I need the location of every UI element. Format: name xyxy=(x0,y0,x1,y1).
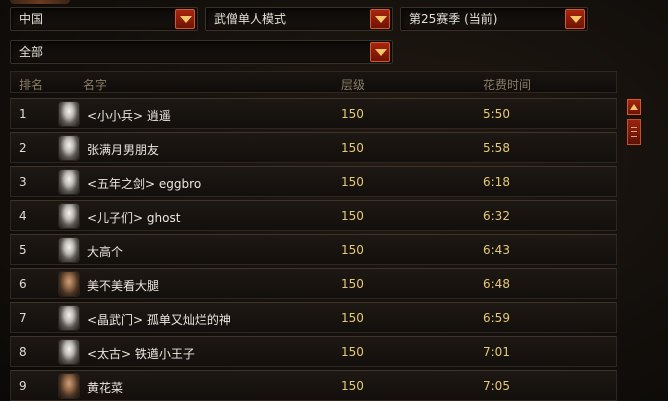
row-player-name[interactable]: 张满月男朋友 xyxy=(87,141,159,158)
header-level[interactable]: 层级 xyxy=(341,76,365,93)
row-rank: 6 xyxy=(19,277,27,291)
row-rank: 1 xyxy=(19,107,27,121)
row-level: 150 xyxy=(341,243,364,257)
row-time: 7:05 xyxy=(483,379,510,393)
row-player-name[interactable]: <儿子们> ghost xyxy=(87,209,180,226)
row-level: 150 xyxy=(341,107,364,121)
hero-portrait-icon xyxy=(58,237,80,263)
row-player-name[interactable]: <晶武门> 孤单又灿烂的神 xyxy=(87,311,231,328)
row-level: 150 xyxy=(341,209,364,223)
row-time: 6:48 xyxy=(483,277,510,291)
header-time[interactable]: 花费时间 xyxy=(483,76,531,93)
row-level: 150 xyxy=(341,311,364,325)
row-time: 6:32 xyxy=(483,209,510,223)
scrollbar-thumb[interactable] xyxy=(627,119,641,145)
row-player-name[interactable]: <小小兵> 逍遥 xyxy=(87,107,171,124)
row-time: 7:01 xyxy=(483,345,510,359)
row-rank: 2 xyxy=(19,141,27,155)
hero-portrait-icon xyxy=(58,373,80,399)
row-level: 150 xyxy=(341,175,364,189)
table-row[interactable]: 3 <五年之剑> eggbro 150 6:18 xyxy=(10,166,617,197)
row-time: 5:58 xyxy=(483,141,510,155)
hero-portrait-icon xyxy=(58,203,80,229)
leaderboard-header: 排名 名字 层级 花费时间 xyxy=(10,71,617,93)
row-level: 150 xyxy=(341,141,364,155)
row-time: 6:18 xyxy=(483,175,510,189)
hero-portrait-icon xyxy=(58,271,80,297)
scroll-up-button[interactable] xyxy=(627,99,641,115)
row-rank: 9 xyxy=(19,379,27,393)
row-time: 5:50 xyxy=(483,107,510,121)
table-row[interactable]: 1 <小小兵> 逍遥 150 5:50 xyxy=(10,98,617,129)
mode-dropdown-value: 武僧单人模式 xyxy=(214,12,287,26)
region-dropdown[interactable]: 中国 xyxy=(10,7,198,31)
table-row[interactable]: 9 黄花菜 150 7:05 xyxy=(10,370,617,401)
header-rank[interactable]: 排名 xyxy=(19,76,43,93)
row-player-name[interactable]: <五年之剑> eggbro xyxy=(87,175,201,192)
table-row[interactable]: 2 张满月男朋友 150 5:58 xyxy=(10,132,617,163)
season-dropdown-value: 第25赛季 (当前) xyxy=(409,12,498,26)
class-filter-dropdown-value: 全部 xyxy=(19,45,44,59)
chevron-down-icon[interactable] xyxy=(565,9,585,29)
chevron-down-icon[interactable] xyxy=(370,9,390,29)
row-level: 150 xyxy=(341,379,364,393)
mode-dropdown[interactable]: 武僧单人模式 xyxy=(205,7,393,31)
row-level: 150 xyxy=(341,277,364,291)
top-frame-ornament xyxy=(10,0,70,4)
row-player-name[interactable]: 大高个 xyxy=(87,243,123,260)
table-row[interactable]: 6 美不美看大腿 150 6:48 xyxy=(10,268,617,299)
hero-portrait-icon xyxy=(58,339,80,365)
row-rank: 4 xyxy=(19,209,27,223)
table-row[interactable]: 4 <儿子们> ghost 150 6:32 xyxy=(10,200,617,231)
row-time: 6:59 xyxy=(483,311,510,325)
hero-portrait-icon xyxy=(58,135,80,161)
class-filter-dropdown[interactable]: 全部 xyxy=(10,40,393,64)
table-row[interactable]: 5 大高个 150 6:43 xyxy=(10,234,617,265)
header-name[interactable]: 名字 xyxy=(83,76,107,93)
hero-portrait-icon xyxy=(58,169,80,195)
row-player-name[interactable]: 美不美看大腿 xyxy=(87,277,159,294)
table-row[interactable]: 8 <太古> 铁遒小王子 150 7:01 xyxy=(10,336,617,367)
row-rank: 5 xyxy=(19,243,27,257)
row-level: 150 xyxy=(341,345,364,359)
row-time: 6:43 xyxy=(483,243,510,257)
row-rank: 7 xyxy=(19,311,27,325)
row-player-name[interactable]: <太古> 铁遒小王子 xyxy=(87,345,195,362)
row-rank: 8 xyxy=(19,345,27,359)
region-dropdown-value: 中国 xyxy=(19,12,44,26)
hero-portrait-icon xyxy=(58,305,80,331)
row-rank: 3 xyxy=(19,175,27,189)
row-player-name[interactable]: 黄花菜 xyxy=(87,379,123,396)
hero-portrait-icon xyxy=(58,101,80,127)
chevron-down-icon[interactable] xyxy=(175,9,195,29)
table-row[interactable]: 7 <晶武门> 孤单又灿烂的神 150 6:59 xyxy=(10,302,617,333)
chevron-down-icon[interactable] xyxy=(370,42,390,62)
season-dropdown[interactable]: 第25赛季 (当前) xyxy=(400,7,588,31)
